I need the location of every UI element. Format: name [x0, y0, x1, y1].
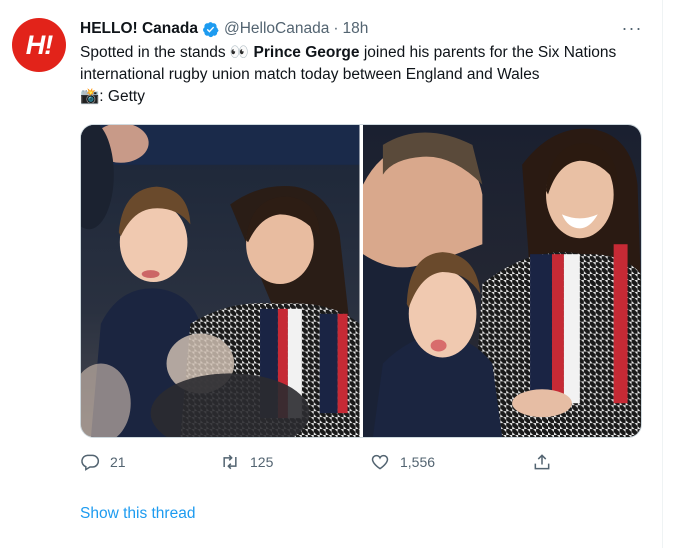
- tweet-photo-credit: 📸: Getty: [80, 88, 145, 105]
- more-icon[interactable]: ···: [620, 16, 644, 40]
- like-icon: [371, 454, 389, 470]
- tweet-text: Spotted in the stands 👀 Prince George jo…: [80, 42, 650, 108]
- tweet[interactable]: H! HELLO! Canada @HelloCanada · 18h ··· …: [0, 0, 663, 548]
- like-count: 1,556: [400, 454, 436, 470]
- share-button[interactable]: [532, 452, 552, 472]
- photo-1[interactable]: [81, 125, 360, 437]
- display-name[interactable]: HELLO! Canada: [80, 20, 198, 38]
- retweet-icon: [223, 454, 237, 470]
- user-handle[interactable]: @HelloCanada: [224, 20, 329, 38]
- share-icon: [534, 454, 550, 470]
- retweet-button[interactable]: 125: [220, 452, 273, 472]
- tweet-text-bold-name: Prince George: [253, 44, 360, 61]
- reply-button[interactable]: 21: [80, 452, 126, 472]
- tweet-media: [80, 124, 642, 438]
- retweet-count: 125: [250, 454, 274, 470]
- reply-icon: [81, 454, 100, 471]
- tweet-actions: 21 125 1,556: [80, 452, 560, 476]
- avatar-logo-text: H!: [25, 29, 53, 60]
- reply-count: 21: [110, 454, 126, 470]
- photo-2[interactable]: [362, 125, 641, 437]
- show-thread-link[interactable]: Show this thread: [80, 505, 195, 523]
- photo-2-image: [362, 125, 641, 437]
- tweet-header: HELLO! Canada @HelloCanada · 18h: [80, 18, 368, 40]
- verified-badge-icon: [203, 21, 219, 37]
- timestamp[interactable]: 18h: [343, 20, 369, 38]
- separator-dot: ·: [333, 20, 339, 37]
- avatar[interactable]: H!: [12, 18, 66, 72]
- photo-1-image: [81, 125, 360, 437]
- like-button[interactable]: 1,556: [370, 452, 435, 472]
- tweet-text-part1: Spotted in the stands 👀: [80, 44, 254, 61]
